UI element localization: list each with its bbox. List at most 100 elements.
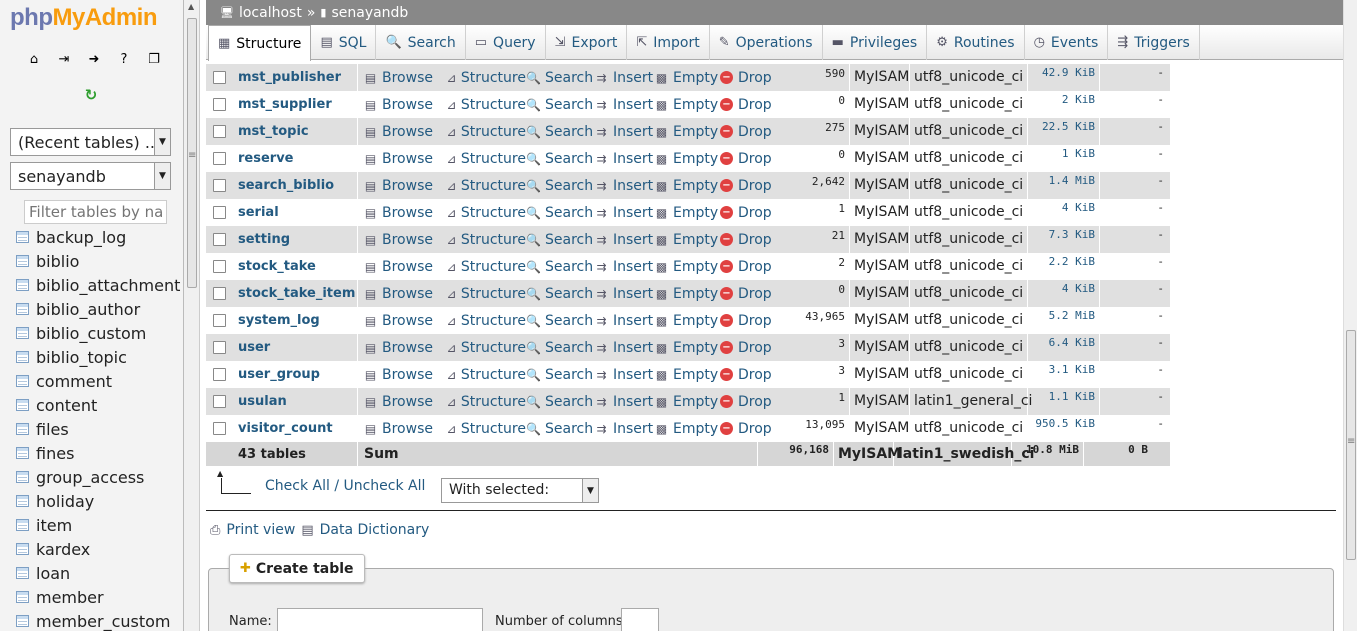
row-checkbox[interactable] [212, 314, 226, 327]
row-checkbox[interactable] [212, 422, 226, 435]
browse-action[interactable]: ▤ Browse [358, 421, 446, 437]
table-size-link[interactable]: 950.5 KiB [1028, 415, 1100, 442]
sidebar-table-name[interactable]: group_access [36, 468, 144, 487]
row-checkbox[interactable] [212, 125, 226, 138]
browse-action[interactable]: ▤ Browse [358, 178, 446, 194]
exit-icon[interactable]: ⇥ [54, 50, 74, 68]
insert-action[interactable]: ⇉ Insert [594, 394, 654, 410]
copy-icon[interactable]: ❐ [144, 50, 164, 68]
sidebar-table-item[interactable]: kardex [16, 537, 180, 561]
table-size-link[interactable]: 2 KiB [1028, 91, 1100, 118]
empty-action[interactable]: ▩ Empty [654, 421, 720, 437]
page-scrollbar[interactable]: ≡ [1343, 0, 1357, 631]
structure-action[interactable]: ⊿ Structure [446, 151, 526, 167]
breadcrumb-server[interactable]: localhost [239, 5, 302, 21]
table-size-link[interactable]: 42.9 KiB [1028, 64, 1100, 91]
table-size-link[interactable]: 2.2 KiB [1028, 253, 1100, 280]
row-checkbox[interactable] [212, 206, 226, 219]
table-size-link[interactable]: 5.2 MiB [1028, 307, 1100, 334]
check-all-link[interactable]: Check All / Uncheck All [265, 478, 425, 494]
structure-action[interactable]: ⊿ Structure [446, 259, 526, 275]
empty-action[interactable]: ▩ Empty [654, 178, 720, 194]
sidebar-table-name[interactable]: biblio_custom [36, 324, 146, 343]
tab-query[interactable]: ▭ Query [466, 25, 546, 60]
breadcrumb-database[interactable]: senayandb [331, 5, 408, 21]
empty-action[interactable]: ▩ Empty [654, 70, 720, 86]
empty-action[interactable]: ▩ Empty [654, 232, 720, 248]
structure-action[interactable]: ⊿ Structure [446, 394, 526, 410]
empty-action[interactable]: ▩ Empty [654, 367, 720, 383]
tab-sql[interactable]: ▤ SQL [311, 25, 377, 60]
table-name-link[interactable]: mst_publisher [232, 64, 358, 91]
empty-action[interactable]: ▩ Empty [654, 313, 720, 329]
drop-action[interactable]: − Drop [720, 286, 774, 302]
table-name-link[interactable]: reserve [232, 145, 358, 172]
sidebar-table-item[interactable]: biblio [16, 249, 180, 273]
filter-tables-input[interactable] [24, 200, 167, 224]
search-action[interactable]: 🔍 Search [526, 259, 594, 275]
empty-action[interactable]: ▩ Empty [654, 124, 720, 140]
print-view-link[interactable]: Print view [226, 522, 295, 538]
sidebar-table-name[interactable]: biblio_author [36, 300, 140, 319]
table-name-link[interactable]: stock_take [232, 253, 358, 280]
table-size-link[interactable]: 1.4 MiB [1028, 172, 1100, 199]
table-name-link[interactable]: user [232, 334, 358, 361]
tab-import[interactable]: ⇱ Import [627, 25, 710, 60]
data-dictionary-link[interactable]: Data Dictionary [320, 522, 430, 538]
insert-action[interactable]: ⇉ Insert [594, 70, 654, 86]
sidebar-table-item[interactable]: biblio_custom [16, 321, 180, 345]
table-size-link[interactable]: 3.1 KiB [1028, 361, 1100, 388]
drop-action[interactable]: − Drop [720, 232, 774, 248]
table-size-link[interactable]: 7.3 KiB [1028, 226, 1100, 253]
drop-action[interactable]: − Drop [720, 70, 774, 86]
row-checkbox[interactable] [212, 368, 226, 381]
sidebar-table-name[interactable]: content [36, 396, 97, 415]
sidebar-table-name[interactable]: biblio [36, 252, 79, 271]
search-action[interactable]: 🔍 Search [526, 151, 594, 167]
drop-action[interactable]: − Drop [720, 205, 774, 221]
row-checkbox[interactable] [212, 179, 226, 192]
tab-triggers[interactable]: ⇶ Triggers [1108, 25, 1200, 60]
insert-action[interactable]: ⇉ Insert [594, 286, 654, 302]
sidebar-table-item[interactable]: biblio_author [16, 297, 180, 321]
empty-action[interactable]: ▩ Empty [654, 259, 720, 275]
search-action[interactable]: 🔍 Search [526, 286, 594, 302]
structure-action[interactable]: ⊿ Structure [446, 313, 526, 329]
row-checkbox[interactable] [212, 152, 226, 165]
tab-privileges[interactable]: ▬ Privileges [823, 25, 928, 60]
tab-routines[interactable]: ⚙ Routines [927, 25, 1025, 60]
table-size-link[interactable]: 1.1 KiB [1028, 388, 1100, 415]
browse-action[interactable]: ▤ Browse [358, 286, 446, 302]
row-checkbox[interactable] [212, 341, 226, 354]
sidebar-table-name[interactable]: holiday [36, 492, 94, 511]
sidebar-table-name[interactable]: kardex [36, 540, 90, 559]
table-name-link[interactable]: visitor_count [232, 415, 358, 442]
sidebar-table-name[interactable]: biblio_topic [36, 348, 127, 367]
tab-export[interactable]: ⇲ Export [546, 25, 628, 60]
search-action[interactable]: 🔍 Search [526, 421, 594, 437]
sidebar-table-name[interactable]: member [36, 588, 104, 607]
sidebar-table-item[interactable]: comment [16, 369, 180, 393]
browse-action[interactable]: ▤ Browse [358, 205, 446, 221]
table-name-link[interactable]: system_log [232, 307, 358, 334]
structure-action[interactable]: ⊿ Structure [446, 367, 526, 383]
table-name-link[interactable]: serial [232, 199, 358, 226]
table-name-link[interactable]: mst_supplier [232, 91, 358, 118]
drop-action[interactable]: − Drop [720, 151, 774, 167]
table-name-link[interactable]: mst_topic [232, 118, 358, 145]
browse-action[interactable]: ▤ Browse [358, 151, 446, 167]
browse-action[interactable]: ▤ Browse [358, 394, 446, 410]
empty-action[interactable]: ▩ Empty [654, 394, 720, 410]
sidebar-table-item[interactable]: loan [16, 561, 180, 585]
sidebar-table-item[interactable]: member [16, 585, 180, 609]
sidebar-table-item[interactable]: item [16, 513, 180, 537]
browse-action[interactable]: ▤ Browse [358, 70, 446, 86]
sidebar-table-item[interactable]: biblio_topic [16, 345, 180, 369]
sidebar-table-name[interactable]: comment [36, 372, 112, 391]
table-name-link[interactable]: stock_take_item [232, 280, 358, 307]
row-checkbox[interactable] [212, 287, 226, 300]
empty-action[interactable]: ▩ Empty [654, 286, 720, 302]
drop-action[interactable]: − Drop [720, 421, 774, 437]
splitter-grip-icon[interactable]: ≡ [188, 150, 196, 161]
drop-action[interactable]: − Drop [720, 178, 774, 194]
